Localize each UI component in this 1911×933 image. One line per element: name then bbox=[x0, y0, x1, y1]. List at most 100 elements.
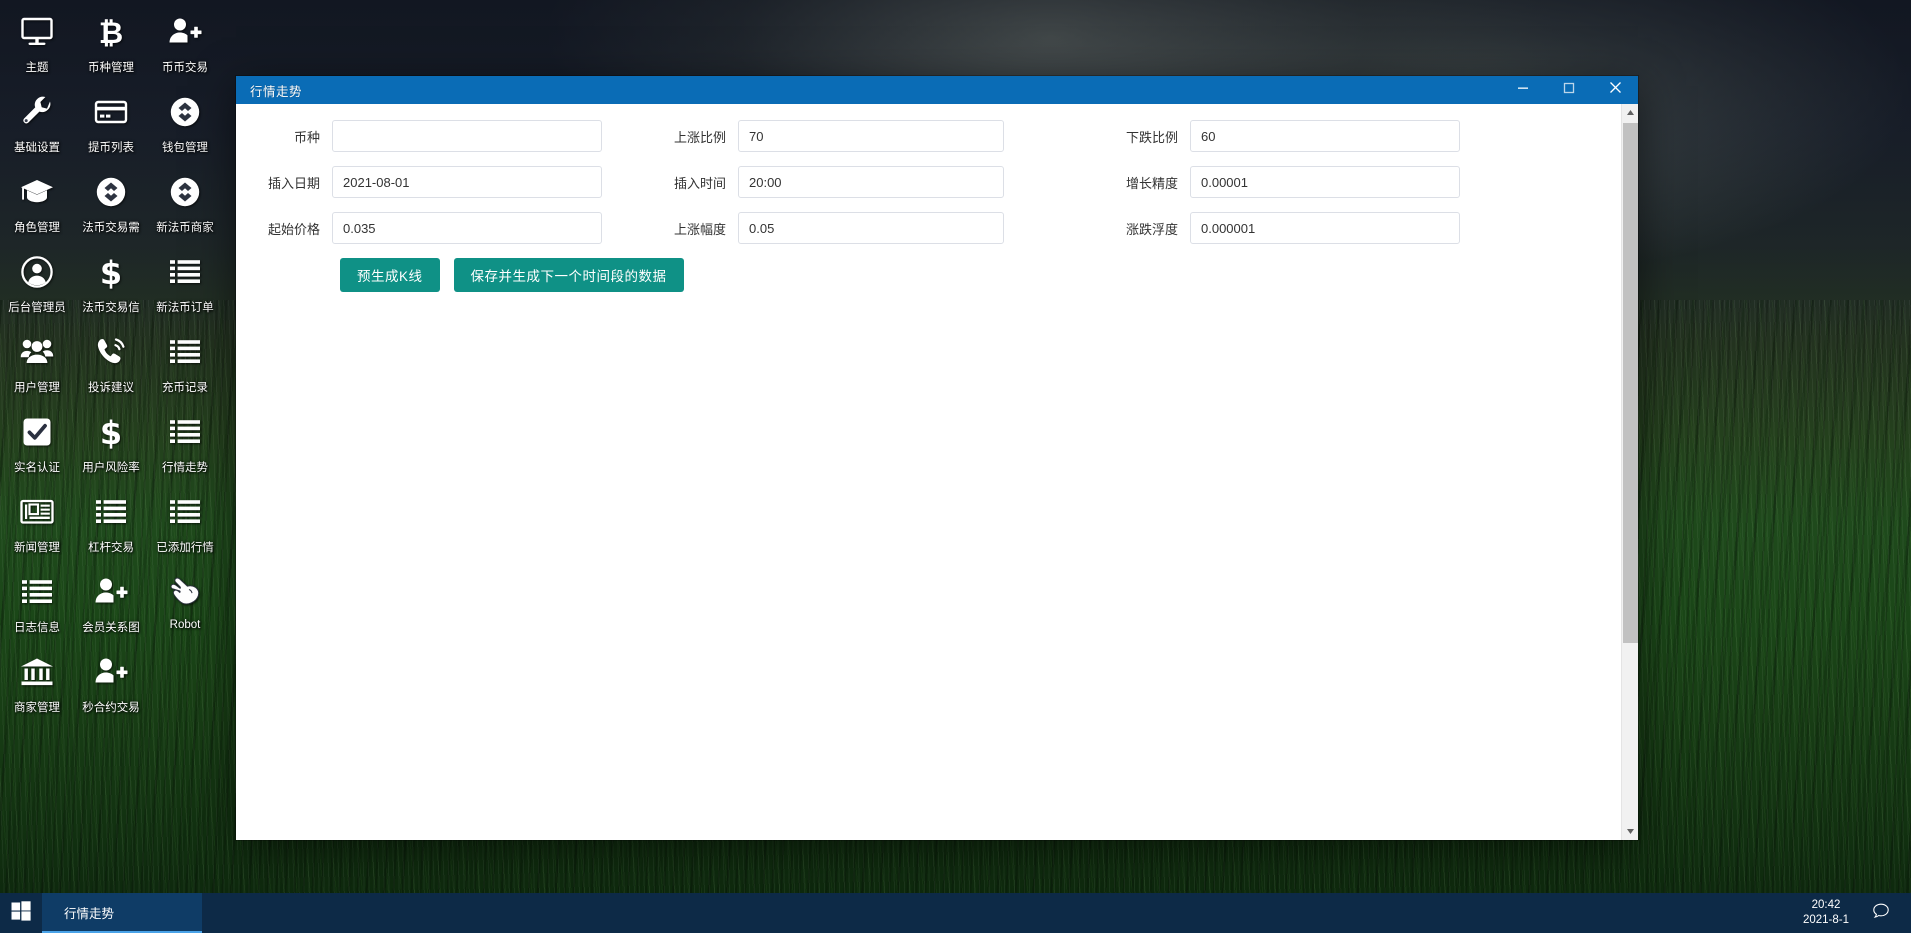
scroll-up-button[interactable] bbox=[1622, 104, 1638, 121]
desktop-icon-label: 秒合约交易 bbox=[82, 699, 140, 715]
vertical-scrollbar[interactable] bbox=[1621, 104, 1638, 840]
desktop-icon-23[interactable]: 会员关系图 bbox=[74, 566, 148, 646]
label-fall-ratio: 下跌比例 bbox=[1094, 127, 1190, 146]
desktop-icon-22[interactable]: 日志信息 bbox=[0, 566, 74, 646]
start-button[interactable] bbox=[0, 893, 42, 933]
desktop-icon-9[interactable]: 新法币商家 bbox=[148, 166, 222, 246]
newspaper-icon bbox=[17, 492, 57, 532]
desktop-icon-grid: 主题 ₿ 币种管理 币币交易基础设置 提币列表 钱包管理角色管理法币交易需新法币商家后台管… bbox=[0, 0, 222, 726]
desktop-icon-16[interactable]: 实名认证 bbox=[0, 406, 74, 486]
field-group-insert-date: 插入日期 bbox=[236, 166, 602, 198]
desktop-icon-label: 日志信息 bbox=[14, 619, 60, 635]
desktop-icon-label: 角色管理 bbox=[14, 219, 60, 235]
window-titlebar[interactable]: 行情走势 bbox=[236, 76, 1638, 104]
desktop-icon-label: 钱包管理 bbox=[162, 139, 208, 155]
input-fall-ratio[interactable] bbox=[1190, 120, 1460, 152]
clock-time: 20:42 bbox=[1812, 898, 1841, 913]
desktop-icon-5[interactable]: 提币列表 bbox=[74, 86, 148, 166]
label-growth-precision: 增长精度 bbox=[1094, 173, 1190, 192]
desktop-icon-label: 用户风险率 bbox=[82, 459, 140, 475]
desktop-icon-14[interactable]: 投诉建议 bbox=[74, 326, 148, 406]
desktop-icon-label: Robot bbox=[170, 619, 201, 631]
desktop-icon-label: 新法币订单 bbox=[156, 299, 214, 315]
desktop-icon-20[interactable]: 杠杆交易 bbox=[74, 486, 148, 566]
window-title: 行情走势 bbox=[236, 81, 302, 100]
clock-date: 2021-8-1 bbox=[1803, 913, 1849, 928]
desktop-icon-19[interactable]: 新闻管理 bbox=[0, 486, 74, 566]
input-float-range[interactable] bbox=[1190, 212, 1460, 244]
desktop-icon-label: 提币列表 bbox=[88, 139, 134, 155]
desktop-icon-25[interactable]: 商家管理 bbox=[0, 646, 74, 726]
maximize-button[interactable] bbox=[1546, 76, 1592, 104]
desktop-icon-7[interactable]: 角色管理 bbox=[0, 166, 74, 246]
desktop-icon-label: 新法币商家 bbox=[156, 219, 214, 235]
desktop-icon-24[interactable]: Robot bbox=[148, 566, 222, 646]
desktop-icon-17[interactable]: $ 用户风险率 bbox=[74, 406, 148, 486]
taskbar-item-market-trend[interactable]: 行情走势 bbox=[42, 893, 202, 933]
field-group-growth-precision: 增长精度 bbox=[1094, 166, 1460, 198]
input-insert-time[interactable] bbox=[738, 166, 1004, 198]
desktop-icon-18[interactable]: 行情走势 bbox=[148, 406, 222, 486]
list-icon bbox=[165, 412, 205, 452]
dollar-icon: $ bbox=[91, 412, 131, 452]
user-add-icon bbox=[165, 12, 205, 52]
list-icon bbox=[165, 492, 205, 532]
desktop-icon-label: 投诉建议 bbox=[88, 379, 134, 395]
desktop: 主题 ₿ 币种管理 币币交易基础设置 提币列表 钱包管理角色管理法币交易需新法币商家后台管… bbox=[0, 0, 1911, 933]
hand-point-icon bbox=[165, 572, 205, 612]
desktop-icon-label: 后台管理员 bbox=[8, 299, 66, 315]
input-insert-date[interactable] bbox=[332, 166, 602, 198]
desktop-icon-label: 用户管理 bbox=[14, 379, 60, 395]
minimize-button[interactable] bbox=[1500, 76, 1546, 104]
close-button[interactable] bbox=[1592, 76, 1638, 104]
input-start-price[interactable] bbox=[332, 212, 602, 244]
desktop-icon-13[interactable]: 用户管理 bbox=[0, 326, 74, 406]
desktop-icon-label: 币币交易 bbox=[162, 59, 208, 75]
svg-text:₿: ₿ bbox=[99, 16, 123, 49]
desktop-icon-label: 基础设置 bbox=[14, 139, 60, 155]
phone-ring-icon bbox=[91, 332, 131, 372]
notifications-button[interactable] bbox=[1861, 893, 1901, 933]
scroll-down-button[interactable] bbox=[1622, 823, 1638, 840]
desktop-icon-3[interactable]: 币币交易 bbox=[148, 6, 222, 86]
desktop-icon-label: 币种管理 bbox=[88, 59, 134, 75]
save-and-generate-next-button[interactable]: 保存并生成下一个时间段的数据 bbox=[454, 258, 684, 292]
desktop-icon-15[interactable]: 充币记录 bbox=[148, 326, 222, 406]
monitor-icon bbox=[17, 12, 57, 52]
field-group-rise-amplitude: 上涨幅度 bbox=[642, 212, 1004, 244]
desktop-icon-1[interactable]: 主题 bbox=[0, 6, 74, 86]
maximize-icon bbox=[1563, 81, 1575, 99]
input-currency[interactable] bbox=[332, 120, 602, 152]
desktop-icon-label: 新闻管理 bbox=[14, 539, 60, 555]
field-group-float-range: 涨跌浮度 bbox=[1094, 212, 1460, 244]
chevron-up-icon bbox=[1626, 104, 1635, 122]
list-icon bbox=[165, 252, 205, 292]
svg-text:$: $ bbox=[100, 255, 122, 289]
label-currency: 币种 bbox=[236, 127, 332, 146]
bitcoin-icon: ₿ bbox=[91, 12, 131, 52]
desktop-icon-10[interactable]: 后台管理员 bbox=[0, 246, 74, 326]
svg-text:$: $ bbox=[100, 415, 122, 449]
desktop-icon-label: 法币交易信 bbox=[82, 299, 140, 315]
desktop-icon-12[interactable]: 新法币订单 bbox=[148, 246, 222, 326]
chat-bubble-icon bbox=[1871, 901, 1891, 926]
user-circle-icon bbox=[17, 252, 57, 292]
desktop-icon-26[interactable]: 秒合约交易 bbox=[74, 646, 148, 726]
graduation-cap-icon bbox=[17, 172, 57, 212]
scrollbar-thumb[interactable] bbox=[1623, 123, 1638, 643]
input-growth-precision[interactable] bbox=[1190, 166, 1460, 198]
desktop-icon-label: 实名认证 bbox=[14, 459, 60, 475]
desktop-icon-8[interactable]: 法币交易需 bbox=[74, 166, 148, 246]
desktop-icon-2[interactable]: ₿ 币种管理 bbox=[74, 6, 148, 86]
desktop-icon-6[interactable]: 钱包管理 bbox=[148, 86, 222, 166]
clock[interactable]: 20:42 2021-8-1 bbox=[1791, 898, 1861, 928]
input-rise-ratio[interactable] bbox=[738, 120, 1004, 152]
windows-logo-icon bbox=[11, 901, 31, 926]
input-rise-amplitude[interactable] bbox=[738, 212, 1004, 244]
desktop-icon-21[interactable]: 已添加行情 bbox=[148, 486, 222, 566]
users-group-icon bbox=[17, 332, 57, 372]
desktop-icon-11[interactable]: $ 法币交易信 bbox=[74, 246, 148, 326]
label-rise-amplitude: 上涨幅度 bbox=[642, 219, 738, 238]
pregenerate-kline-button[interactable]: 预生成K线 bbox=[340, 258, 440, 292]
desktop-icon-4[interactable]: 基础设置 bbox=[0, 86, 74, 166]
